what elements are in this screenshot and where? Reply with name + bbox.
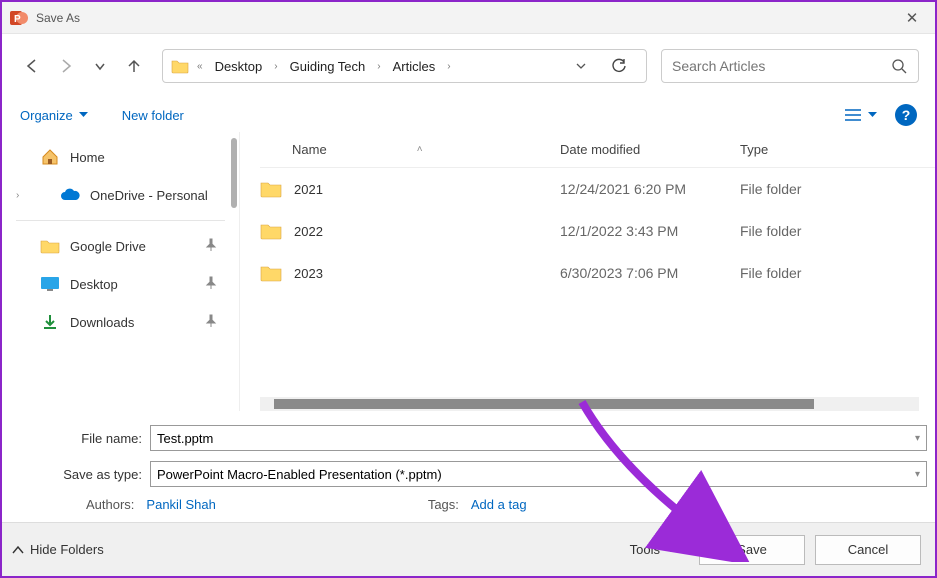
sidebar-label: Google Drive	[70, 239, 195, 254]
file-name: 2023	[294, 266, 323, 281]
organize-label: Organize	[20, 108, 73, 123]
file-date: 12/1/2022 3:43 PM	[560, 223, 740, 239]
tools-dropdown[interactable]: Tools	[630, 542, 675, 557]
chevron-right-icon: ›	[373, 61, 384, 72]
hide-folders-toggle[interactable]: Hide Folders	[12, 542, 104, 557]
hide-folders-label: Hide Folders	[30, 542, 104, 557]
column-type-header[interactable]: Type	[740, 142, 860, 157]
folder-icon	[40, 236, 60, 256]
authors-value[interactable]: Pankil Shah	[146, 497, 215, 512]
search-input[interactable]	[672, 58, 890, 74]
breadcrumb-dropdown-icon[interactable]	[572, 57, 590, 75]
back-button[interactable]	[18, 52, 46, 80]
refresh-button[interactable]	[604, 51, 634, 81]
expand-icon[interactable]: ›	[16, 190, 28, 201]
cancel-label: Cancel	[848, 542, 888, 557]
desktop-icon	[40, 274, 60, 294]
save-label: Save	[737, 542, 767, 557]
sidebar-divider	[16, 220, 225, 221]
chevron-right-icon: ›	[443, 61, 454, 72]
tools-label: Tools	[630, 542, 660, 557]
folder-icon	[260, 222, 282, 240]
file-row[interactable]: 2023 6/30/2023 7:06 PMFile folder	[260, 252, 935, 294]
file-type: File folder	[740, 265, 860, 281]
column-headers[interactable]: Name ˄ Date modified Type	[260, 132, 935, 168]
sidebar-item-home[interactable]: Home	[2, 138, 239, 176]
close-button[interactable]: ✕	[889, 2, 935, 34]
cancel-button[interactable]: Cancel	[815, 535, 921, 565]
sidebar-label: Home	[70, 150, 239, 165]
home-icon	[40, 147, 60, 167]
file-type: File folder	[740, 181, 860, 197]
caret-down-icon	[79, 112, 88, 118]
caret-down-icon	[868, 112, 877, 118]
file-name-field[interactable]: ▾	[150, 425, 927, 451]
caret-down-icon	[666, 547, 675, 553]
folder-icon	[260, 180, 282, 198]
file-name-label: File name:	[10, 431, 150, 446]
tags-value[interactable]: Add a tag	[471, 497, 527, 512]
overflow-chevron-icon[interactable]: «	[193, 61, 207, 72]
tags-label: Tags:	[428, 497, 459, 512]
sidebar-label: OneDrive - Personal	[90, 188, 239, 203]
list-view-icon	[844, 108, 862, 122]
sidebar-item-google-drive[interactable]: Google Drive	[2, 227, 239, 265]
up-button[interactable]	[120, 52, 148, 80]
column-name-header[interactable]: Name	[292, 142, 327, 157]
chevron-up-icon	[12, 545, 24, 555]
sidebar-item-onedrive[interactable]: › OneDrive - Personal	[2, 176, 239, 214]
file-type-select[interactable]	[157, 467, 915, 482]
file-type-field[interactable]: ▾	[150, 461, 927, 487]
breadcrumb-item[interactable]: Guiding Tech	[286, 56, 370, 77]
file-type: File folder	[740, 223, 860, 239]
breadcrumb[interactable]: « Desktop › Guiding Tech › Articles ›	[162, 49, 647, 83]
horizontal-scrollbar[interactable]	[260, 397, 919, 411]
new-folder-button[interactable]: New folder	[122, 108, 184, 123]
file-row[interactable]: 2022 12/1/2022 3:43 PMFile folder	[260, 210, 935, 252]
folder-icon	[171, 57, 189, 75]
sidebar-item-downloads[interactable]: Downloads	[2, 303, 239, 341]
sort-indicator-icon: ˄	[417, 144, 423, 155]
svg-text:P: P	[14, 14, 21, 25]
folder-icon	[260, 264, 282, 282]
download-icon	[40, 312, 60, 332]
pin-icon	[205, 238, 217, 255]
sidebar-label: Downloads	[70, 315, 195, 330]
search-input-container[interactable]	[661, 49, 919, 83]
file-name: 2022	[294, 224, 323, 239]
powerpoint-icon: P	[10, 9, 28, 27]
forward-button[interactable]	[52, 52, 80, 80]
chevron-right-icon: ›	[270, 61, 281, 72]
file-date: 6/30/2023 7:06 PM	[560, 265, 740, 281]
sidebar-label: Desktop	[70, 277, 195, 292]
view-mode-dropdown[interactable]	[844, 108, 877, 122]
file-date: 12/24/2021 6:20 PM	[560, 181, 740, 197]
search-icon[interactable]	[890, 58, 908, 74]
pin-icon	[205, 276, 217, 293]
authors-label: Authors:	[86, 497, 134, 512]
file-row[interactable]: 2021 12/24/2021 6:20 PMFile folder	[260, 168, 935, 210]
organize-dropdown[interactable]: Organize	[20, 108, 88, 123]
window-title: Save As	[36, 11, 889, 25]
sidebar-scrollbar[interactable]	[231, 138, 237, 208]
pin-icon	[205, 314, 217, 331]
recent-dropdown[interactable]	[86, 52, 114, 80]
sidebar: Home › OneDrive - Personal Google Drive …	[2, 132, 240, 411]
file-pane: Name ˄ Date modified Type 2021 12/24/2021 …	[240, 132, 935, 411]
dropdown-icon[interactable]: ▾	[915, 433, 920, 444]
help-button[interactable]: ?	[895, 104, 917, 126]
dropdown-icon[interactable]: ▾	[915, 469, 920, 480]
column-date-header[interactable]: Date modified	[560, 142, 740, 157]
sidebar-item-desktop[interactable]: Desktop	[2, 265, 239, 303]
breadcrumb-item[interactable]: Articles	[389, 56, 440, 77]
onedrive-icon	[60, 185, 80, 205]
file-name-input[interactable]	[157, 431, 915, 446]
file-type-label: Save as type:	[10, 467, 150, 482]
save-button[interactable]: Save	[699, 535, 805, 565]
breadcrumb-item[interactable]: Desktop	[211, 56, 267, 77]
file-name: 2021	[294, 182, 323, 197]
